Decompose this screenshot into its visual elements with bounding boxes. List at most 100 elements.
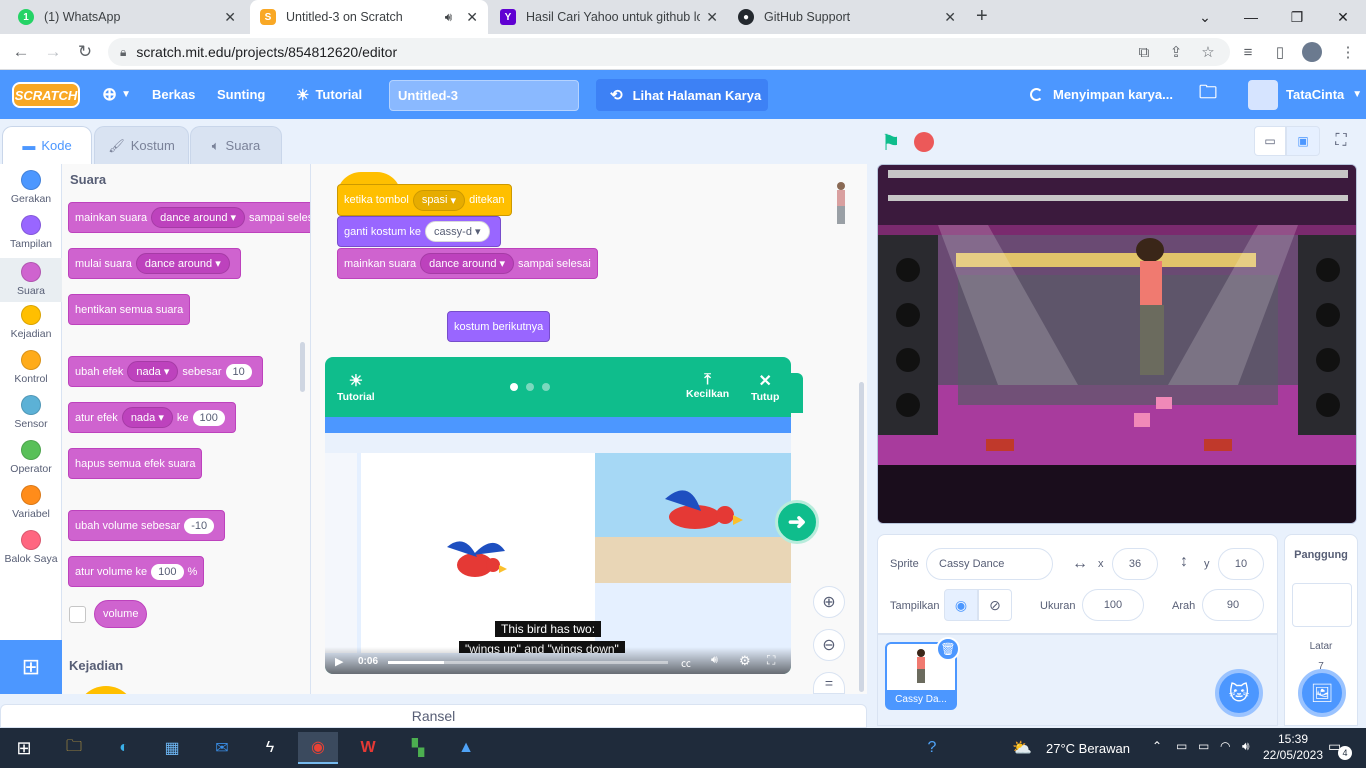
app-bolt-icon[interactable]: ϟ xyxy=(250,732,290,764)
tab-whatsapp[interactable]: 1 (1) WhatsApp ✕ xyxy=(8,0,246,34)
file-explorer-icon[interactable]: 🗀 xyxy=(54,732,94,764)
block-play-sound-until-done[interactable]: mainkan suara dance around ▾ sampai sele… xyxy=(337,248,598,279)
zoom-out-button[interactable]: ⊖ xyxy=(813,629,845,661)
new-tab-button[interactable]: + xyxy=(976,5,988,28)
bookmark-star-icon[interactable]: ☆ xyxy=(1194,34,1222,70)
translate-icon[interactable]: ⧉ xyxy=(1130,34,1158,70)
direction-input[interactable]: 90 xyxy=(1202,589,1264,621)
block-when-key-pressed[interactable]: ketika tombol spasi ▾ ditekan xyxy=(337,184,512,216)
help-icon[interactable]: ? xyxy=(912,732,952,764)
tab-scratch[interactable]: S Untitled-3 on Scratch 🔊︎ ✕ xyxy=(250,0,488,34)
shrink-button[interactable]: ⤒ Kecilkan xyxy=(686,371,729,400)
next-step-button[interactable]: ➜ xyxy=(775,500,819,544)
category-item[interactable]: Tampilan xyxy=(0,215,62,250)
chrome-icon[interactable]: ◉ xyxy=(298,732,338,764)
store-icon[interactable]: ▦ xyxy=(152,732,192,764)
choose-backdrop-button[interactable]: 🖼︎ xyxy=(1298,669,1346,717)
my-stuff-folder-icon[interactable]: 🗀 xyxy=(1199,70,1217,119)
clock-time[interactable]: 15:39 xyxy=(1262,732,1324,746)
sound-dropdown[interactable]: dance around ▾ xyxy=(420,253,515,274)
step-dot-active[interactable] xyxy=(510,383,518,391)
volume-monitor-checkbox[interactable] xyxy=(69,606,86,623)
key-dropdown[interactable]: spasi ▾ xyxy=(412,189,466,211)
profile-avatar[interactable] xyxy=(1302,42,1322,62)
block-next-costume[interactable]: kostum berikutnya xyxy=(447,311,551,342)
reload-icon[interactable]: ↻ xyxy=(70,34,100,70)
project-title-input[interactable]: Untitled-3 xyxy=(389,80,579,111)
stage-canvas[interactable] xyxy=(877,164,1357,524)
sprite-name-input[interactable]: Cassy Dance xyxy=(926,548,1053,580)
scratch-logo[interactable]: SCRATCH xyxy=(12,82,80,108)
windows-start-icon[interactable]: ⊞ xyxy=(4,732,44,764)
effect-dropdown[interactable]: nada ▾ xyxy=(127,361,179,382)
close-tab-icon[interactable]: ✕ xyxy=(944,9,956,26)
category-item[interactable]: Balok Saya xyxy=(0,530,62,565)
block-set-volume[interactable]: atur volume ke 100 % xyxy=(68,556,205,587)
captions-icon[interactable]: ㏄ xyxy=(681,655,691,670)
close-tab-icon[interactable]: ✕ xyxy=(466,9,478,26)
volume-icon[interactable]: 🔊︎ xyxy=(1242,739,1250,754)
palette-scrollbar[interactable] xyxy=(300,342,305,392)
video-progress-track[interactable] xyxy=(388,661,668,664)
volume-icon[interactable]: 🔊︎ xyxy=(711,654,718,667)
category-item[interactable]: Variabel xyxy=(0,485,62,520)
menu-file[interactable]: Berkas xyxy=(152,70,195,119)
costume-dropdown[interactable]: cassy-d ▾ xyxy=(425,221,490,242)
browser-menu-icon[interactable]: ⋮ xyxy=(1334,34,1362,70)
tutorial-menu-button[interactable]: ☀ Tutorial xyxy=(337,371,375,403)
category-item[interactable]: Suara xyxy=(0,258,62,302)
category-item[interactable]: Kontrol xyxy=(0,350,62,385)
choose-sprite-button[interactable]: 🐱︎ xyxy=(1215,669,1263,717)
block-start-sound[interactable]: mulai suara dance around ▾ xyxy=(68,248,241,279)
sound-dropdown[interactable]: dance around ▾ xyxy=(151,207,246,228)
block-play-sound-until-done[interactable]: mainkan suara dance around ▾ sampai sele… xyxy=(68,202,310,233)
category-item[interactable]: Sensor xyxy=(0,395,62,430)
category-item[interactable]: Kejadian xyxy=(0,305,62,340)
close-window-button[interactable]: ✕ xyxy=(1320,0,1366,34)
settings-gear-icon[interactable]: ⚙ xyxy=(739,653,751,669)
share-icon[interactable]: ⇪ xyxy=(1162,34,1190,70)
stage-thumbnail[interactable] xyxy=(1292,583,1352,627)
backpack-bar[interactable]: Ransel xyxy=(0,704,867,728)
x-input[interactable]: 36 xyxy=(1112,548,1158,580)
app-grid-icon[interactable]: ▚ xyxy=(398,732,438,764)
url-field[interactable]: 🔒︎ scratch.mit.edu/projects/854812620/ed… xyxy=(108,38,1230,66)
photos-icon[interactable]: ▲ xyxy=(446,732,486,764)
mail-icon[interactable]: ✉ xyxy=(202,732,242,764)
number-input[interactable]: 10 xyxy=(225,363,252,380)
green-flag-icon[interactable]: ⚑ xyxy=(881,130,901,156)
delete-sprite-trash-icon[interactable]: 🗑︎ xyxy=(936,637,960,661)
tab-github[interactable]: ● GitHub Support ✕ xyxy=(728,0,966,34)
number-input[interactable]: 100 xyxy=(192,409,225,426)
close-tab-icon[interactable]: ✕ xyxy=(224,9,236,26)
forward-icon[interactable]: → xyxy=(38,34,68,70)
show-visible-button[interactable]: ◉ xyxy=(944,589,978,621)
number-input[interactable]: -10 xyxy=(184,517,215,534)
language-icon[interactable]: ⊕ ▼ xyxy=(102,70,131,119)
block-volume-reporter[interactable]: volume xyxy=(94,600,148,628)
effect-dropdown[interactable]: nada ▾ xyxy=(121,407,173,428)
side-panel-icon[interactable]: ▯ xyxy=(1266,34,1294,70)
tab-costume[interactable]: 🖌︎ Kostum xyxy=(94,126,189,164)
tab-search-icon[interactable]: ⌄ xyxy=(1182,0,1228,34)
block-clear-sound-effects[interactable]: hapus semua efek suara xyxy=(68,448,203,479)
size-input[interactable]: 100 xyxy=(1082,589,1144,621)
restore-button[interactable]: ❐ xyxy=(1274,0,1320,34)
event-hat-block-peek[interactable] xyxy=(76,686,136,694)
speaker-icon[interactable]: 🔊︎ xyxy=(445,10,453,25)
fullscreen-icon[interactable]: ⛶ xyxy=(767,653,775,668)
category-item[interactable]: Gerakan xyxy=(0,170,62,205)
wps-office-icon[interactable]: W xyxy=(348,732,388,764)
step-dot[interactable] xyxy=(526,383,534,391)
see-project-page-button[interactable]: ⟲ Lihat Halaman Karya xyxy=(596,79,768,111)
reading-list-icon[interactable]: ≡ xyxy=(1234,34,1262,70)
minimize-button[interactable]: — xyxy=(1228,0,1274,34)
tab-sound[interactable]: 🔈︎ Suara xyxy=(190,126,282,164)
weather-text[interactable]: 27°C Berawan xyxy=(1046,741,1130,756)
clock-date[interactable]: 22/05/2023 xyxy=(1262,748,1324,762)
number-input[interactable]: 100 xyxy=(151,563,184,580)
step-dot[interactable] xyxy=(542,383,550,391)
chevron-up-icon[interactable]: ⌃ xyxy=(1152,739,1162,753)
zoom-reset-button[interactable]: = xyxy=(813,672,845,694)
fullscreen-stage-icon[interactable]: ⛶ xyxy=(1326,126,1356,156)
